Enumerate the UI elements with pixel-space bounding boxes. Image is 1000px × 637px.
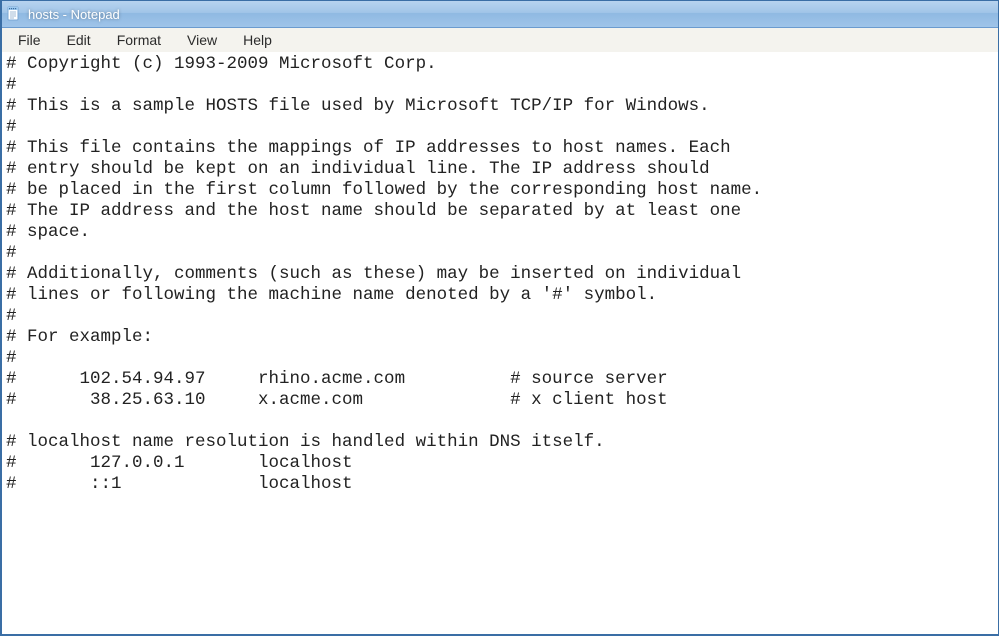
menu-bar: File Edit Format View Help: [2, 28, 998, 53]
editor-area: # Copyright (c) 1993-2009 Microsoft Corp…: [2, 52, 998, 634]
menu-edit[interactable]: Edit: [55, 30, 103, 50]
menu-view[interactable]: View: [175, 30, 229, 50]
window-title: hosts - Notepad: [28, 7, 120, 22]
notepad-app-icon: [6, 6, 22, 22]
menu-file[interactable]: File: [6, 30, 53, 50]
menu-help[interactable]: Help: [231, 30, 284, 50]
title-bar[interactable]: hosts - Notepad: [2, 1, 998, 28]
notepad-window: hosts - Notepad File Edit Format View He…: [0, 0, 999, 636]
editor-text[interactable]: # Copyright (c) 1993-2009 Microsoft Corp…: [2, 52, 998, 634]
menu-format[interactable]: Format: [105, 30, 173, 50]
